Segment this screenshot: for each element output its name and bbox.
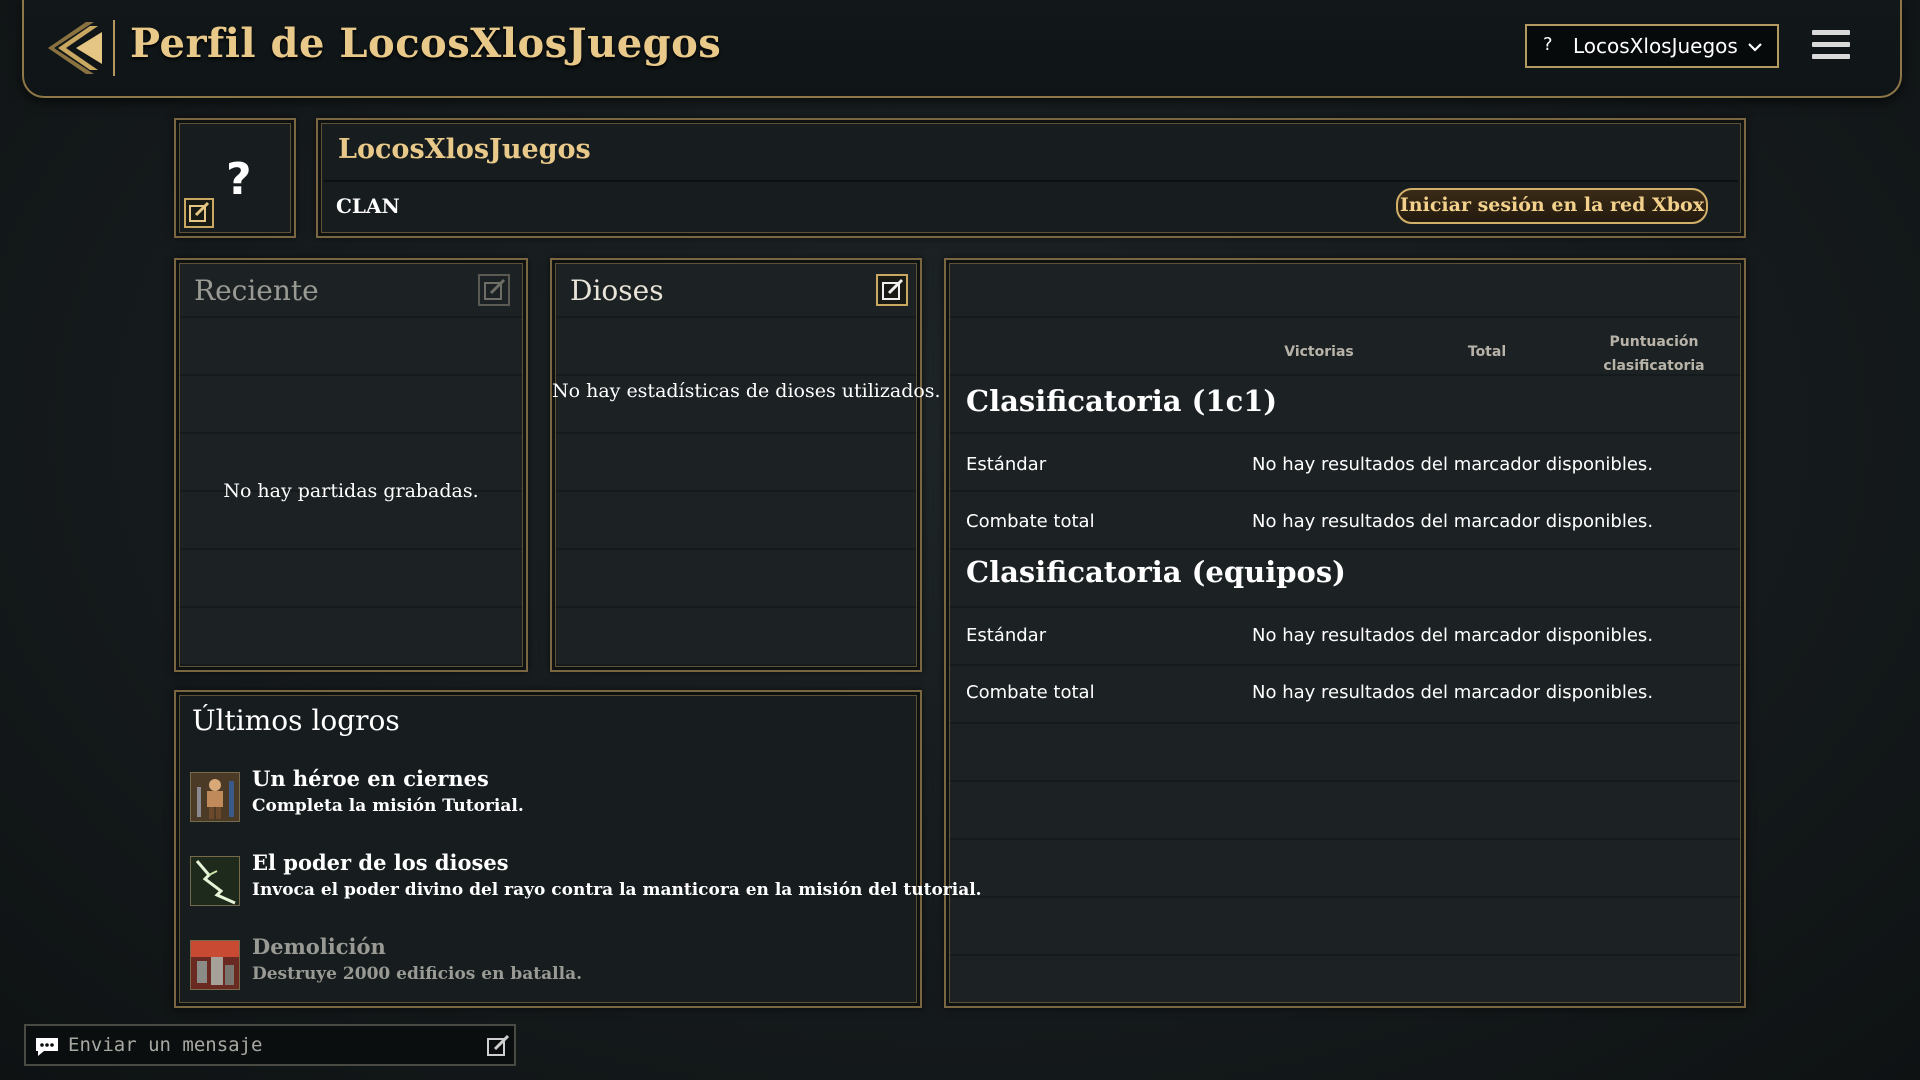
- demolition-icon: [190, 940, 240, 990]
- user-dropdown[interactable]: ? LocosXlosJuegos: [1525, 24, 1779, 68]
- achievement-item[interactable]: Demolición Destruye 2000 edificios en ba…: [190, 934, 910, 996]
- achievements-title: Últimos logros: [192, 704, 400, 737]
- unknown-rank-icon: ?: [1543, 34, 1553, 55]
- column-header-total: Total: [1467, 344, 1507, 360]
- achievement-description: Destruye 2000 edificios en batalla.: [252, 964, 583, 984]
- result-text: No hay resultados del marcador disponibl…: [1252, 454, 1654, 475]
- recent-empty-message: No hay partidas grabadas.: [223, 480, 479, 502]
- result-text: No hay resultados del marcador disponibl…: [1252, 511, 1654, 532]
- hamburger-menu-icon[interactable]: [1812, 30, 1850, 64]
- result-text: No hay resultados del marcador disponibl…: [1252, 625, 1654, 646]
- page-title: Perfil de LocosXlosJuegos: [130, 20, 722, 67]
- achievement-name: El poder de los dioses: [252, 850, 509, 875]
- back-button[interactable]: [46, 18, 108, 78]
- mode-label: Combate total: [966, 682, 1095, 703]
- chevron-down-icon: [1747, 36, 1763, 60]
- avatar[interactable]: ?: [174, 118, 296, 238]
- header-divider: [113, 20, 115, 76]
- achievement-item[interactable]: Un héroe en ciernes Completa la misión T…: [190, 766, 910, 828]
- edit-avatar-icon[interactable]: [184, 198, 214, 228]
- achievements-panel: Últimos logros Un héroe en ciernes Compl…: [174, 690, 982, 1008]
- column-header-ranked-score: Puntuación clasificatoria: [1603, 334, 1705, 374]
- section-title: Clasificatoria (equipos): [966, 555, 1346, 589]
- recent-panel: Reciente No hay partidas grabadas.: [174, 258, 528, 672]
- hero-icon: [190, 772, 240, 822]
- chat-input[interactable]: Enviar un mensaje: [24, 1024, 516, 1066]
- chat-bubble-icon: [34, 1036, 60, 1062]
- clan-label: CLAN: [336, 194, 400, 218]
- avatar-placeholder: ?: [226, 154, 252, 205]
- profile-header-panel: LocosXlosJuegos CLAN Iniciar sesión en l…: [316, 118, 1746, 238]
- recent-title: Reciente: [194, 274, 319, 307]
- mode-label: Estándar: [966, 454, 1047, 475]
- chevron-left-icon: [48, 22, 102, 74]
- gods-panel: Dioses No hay estadísticas de dioses uti…: [550, 258, 941, 672]
- edit-icon: [478, 274, 510, 310]
- achievement-description: Completa la misión Tutorial.: [252, 796, 524, 816]
- user-dropdown-name: LocosXlosJuegos: [1573, 34, 1738, 58]
- result-text: No hay resultados del marcador disponibl…: [1252, 682, 1654, 703]
- xbox-signin-button[interactable]: Iniciar sesión en la red Xbox: [1396, 188, 1708, 224]
- achievement-description: Invoca el poder divino del rayo contra l…: [252, 880, 982, 900]
- section-title: Clasificatoria (1c1): [966, 384, 1278, 418]
- achievement-name: Demolición: [252, 934, 386, 959]
- rankings-panel: Victorias Total Puntuación clasificatori…: [944, 258, 1746, 1008]
- gods-title: Dioses: [570, 274, 664, 307]
- mode-label: Combate total: [966, 511, 1095, 532]
- chat-placeholder: Enviar un mensaje: [68, 1034, 263, 1056]
- edit-icon[interactable]: [876, 274, 908, 310]
- achievement-name: Un héroe en ciernes: [252, 766, 489, 791]
- compose-icon[interactable]: [486, 1034, 510, 1062]
- achievement-item[interactable]: El poder de los dioses Invoca el poder d…: [190, 850, 982, 912]
- gods-empty-message: No hay estadísticas de dioses utilizados…: [552, 380, 941, 402]
- lightning-icon: [190, 856, 240, 906]
- mode-label: Estándar: [966, 625, 1047, 646]
- profile-name: LocosXlosJuegos: [338, 134, 591, 165]
- divider: [324, 180, 1738, 182]
- column-header-victories: Victorias: [1284, 344, 1354, 360]
